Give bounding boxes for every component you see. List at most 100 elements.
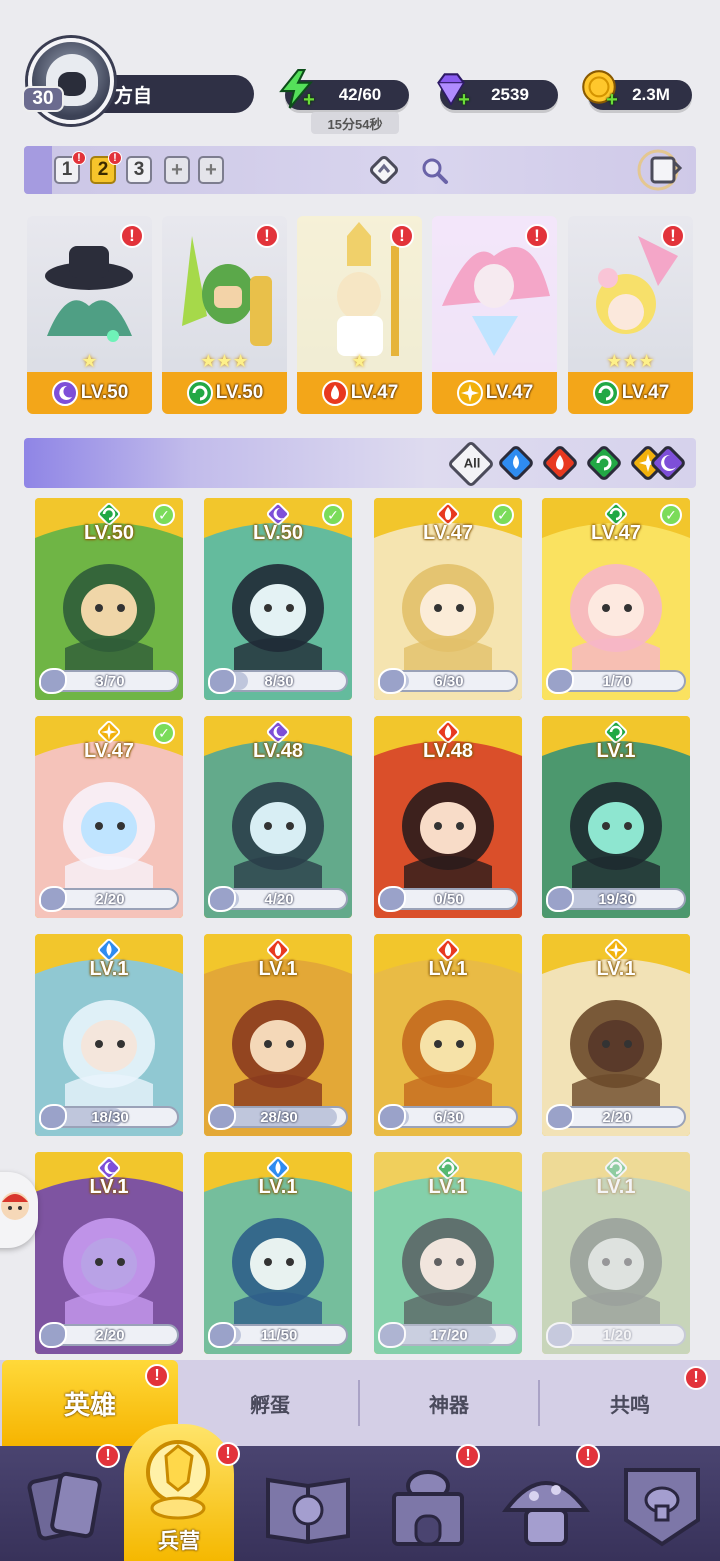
filter-all-label: All <box>463 455 481 471</box>
gold-counter[interactable]: + 2.3M <box>582 70 692 110</box>
gold-value: 2.3M <box>632 85 670 104</box>
fragment-count: 18/30 <box>91 1108 129 1126</box>
wind-filter-icon[interactable] <box>586 445 622 481</box>
energy-counter[interactable]: + 42/60 <box>279 69 409 110</box>
hero-card[interactable]: LV.1 11/50 <box>204 1152 352 1354</box>
alert-icon: ! <box>216 1442 240 1466</box>
hero-card[interactable]: LV.1 19/30 <box>542 716 690 918</box>
light-element-icon <box>456 380 483 406</box>
fragment-count: 19/30 <box>598 890 636 908</box>
soul-fragment-icon <box>546 886 574 912</box>
nav-guild[interactable] <box>612 1460 712 1550</box>
alert-icon: ! <box>684 1366 708 1390</box>
team-bar-cap <box>24 146 52 194</box>
hero-card[interactable]: LV.1 1/20 <box>542 1152 690 1354</box>
player-name[interactable]: 方自 <box>92 75 254 113</box>
hero-level-bar: LV.47 <box>297 372 422 414</box>
nav-cards[interactable] <box>14 1460 114 1550</box>
alert-icon: ! <box>145 1364 169 1388</box>
book-icon <box>266 1477 350 1545</box>
fragment-count: 3/70 <box>95 672 125 690</box>
floating-helper-button[interactable] <box>0 1172 38 1248</box>
auto-formation-icon[interactable] <box>636 148 684 192</box>
hero-level: LV.47 <box>621 382 670 403</box>
hero-card[interactable]: LV.48 4/20 <box>204 716 352 918</box>
fragment-count: 1/20 <box>602 1326 632 1344</box>
tab-label: 神器 <box>429 1394 469 1417</box>
tab-artifacts[interactable]: 神器 <box>360 1360 538 1446</box>
alert-icon: ! <box>72 151 86 165</box>
alert-icon: ! <box>108 151 122 165</box>
water-filter-icon[interactable] <box>498 445 534 481</box>
hero-card[interactable]: LV.47 ✓ 6/30 <box>374 498 522 700</box>
gem-value: 2539 <box>491 85 529 104</box>
team-slot-2[interactable]: ★★★ LV.50 ! <box>162 216 287 414</box>
add-gem-icon[interactable]: + <box>456 90 472 110</box>
in-team-check-icon: ✓ <box>153 722 175 744</box>
barracks-sub-tabs: 英雄 ! 孵蛋 神器 共鸣 ! <box>0 1360 720 1446</box>
alert-icon: ! <box>390 224 414 248</box>
hero-card[interactable]: LV.1 28/30 <box>204 934 352 1136</box>
team-selector-bar: 1 ! 2 ! 3 + + <box>24 146 696 194</box>
team-slot-5[interactable]: ★★★ LV.47 ! <box>568 216 693 414</box>
formation-swap-icon[interactable] <box>366 152 402 188</box>
hero-card[interactable]: LV.1 17/20 <box>374 1152 522 1354</box>
team-tab-3[interactable]: 3 <box>126 156 152 184</box>
fragment-count: 11/50 <box>260 1326 298 1344</box>
team-tab-2[interactable]: 2 ! <box>90 151 122 184</box>
hero-card[interactable]: LV.1 6/30 <box>374 934 522 1136</box>
dark-filter-icon[interactable] <box>650 445 686 481</box>
hero-level: LV.1 <box>428 1176 468 1198</box>
hero-card[interactable]: LV.1 18/30 <box>35 934 183 1136</box>
in-team-check-icon: ✓ <box>322 504 344 526</box>
in-team-check-icon: ✓ <box>660 504 682 526</box>
helper-avatar-icon <box>1 1192 29 1220</box>
hero-card[interactable]: LV.47 ✓ 2/20 <box>35 716 183 918</box>
bottom-navigation: ! ! ! <box>0 1444 720 1561</box>
fire-filter-icon[interactable] <box>542 445 578 481</box>
add-energy-icon[interactable]: + <box>301 90 317 110</box>
alert-icon: ! <box>661 224 685 248</box>
energy-value: 42/60 <box>338 85 382 104</box>
hero-card[interactable]: LV.48 0/50 <box>374 716 522 918</box>
fragment-count: 0/50 <box>434 890 464 908</box>
nav-castle[interactable] <box>378 1460 478 1550</box>
search-icon[interactable] <box>416 152 452 188</box>
filter-all-button[interactable]: All <box>446 439 496 489</box>
fragment-count: 2/20 <box>95 890 125 908</box>
team-slot-3[interactable]: ★ LV.47 ! <box>297 216 422 414</box>
fragment-count: 6/30 <box>434 672 464 690</box>
add-gold-icon[interactable]: + <box>604 90 620 110</box>
alert-icon: ! <box>255 224 279 248</box>
gem-counter[interactable]: + 2539 <box>437 73 558 110</box>
in-team-check-icon: ✓ <box>153 504 175 526</box>
soul-fragment-icon <box>39 1322 67 1348</box>
top-status-bar: 30 方自 + 42/60 15分54秒 + 2539 + 2.3M <box>0 0 720 140</box>
energy-timer: 15分54秒 <box>311 112 399 134</box>
hero-card[interactable]: LV.1 2/20 <box>542 934 690 1136</box>
nav-barracks[interactable]: 兵营 ! <box>124 1424 240 1561</box>
hero-level-bar: LV.50 <box>162 372 287 414</box>
fragment-count: 1/70 <box>602 672 632 690</box>
hero-card[interactable]: LV.47 ✓ 1/70 <box>542 498 690 700</box>
add-team-button[interactable]: + <box>164 156 190 184</box>
team-tab-1[interactable]: 1 ! <box>54 151 86 184</box>
nav-codex[interactable] <box>258 1460 358 1550</box>
alert-icon: ! <box>576 1444 600 1468</box>
soul-fragment-icon <box>39 668 67 694</box>
team-slot-4[interactable]: LV.47 ! <box>432 216 557 414</box>
soul-fragment-icon <box>378 668 406 694</box>
hero-card[interactable]: LV.50 ✓ 3/70 <box>35 498 183 700</box>
team-slot-1[interactable]: ★ LV.50 ! <box>27 216 152 414</box>
soul-fragment-icon <box>378 1104 406 1130</box>
fire-element-icon <box>321 380 348 406</box>
hero-card[interactable]: LV.1 2/20 <box>35 1152 183 1354</box>
hero-card[interactable]: LV.50 ✓ 8/30 <box>204 498 352 700</box>
hero-stars: ★ <box>351 351 368 371</box>
in-team-check-icon: ✓ <box>492 504 514 526</box>
add-team-button[interactable]: + <box>198 156 224 184</box>
fragment-count: 4/20 <box>264 890 294 908</box>
hero-level: LV.1 <box>258 958 298 980</box>
team-tab-label: 2 <box>97 159 109 180</box>
nav-mushroom-house[interactable] <box>496 1460 596 1550</box>
